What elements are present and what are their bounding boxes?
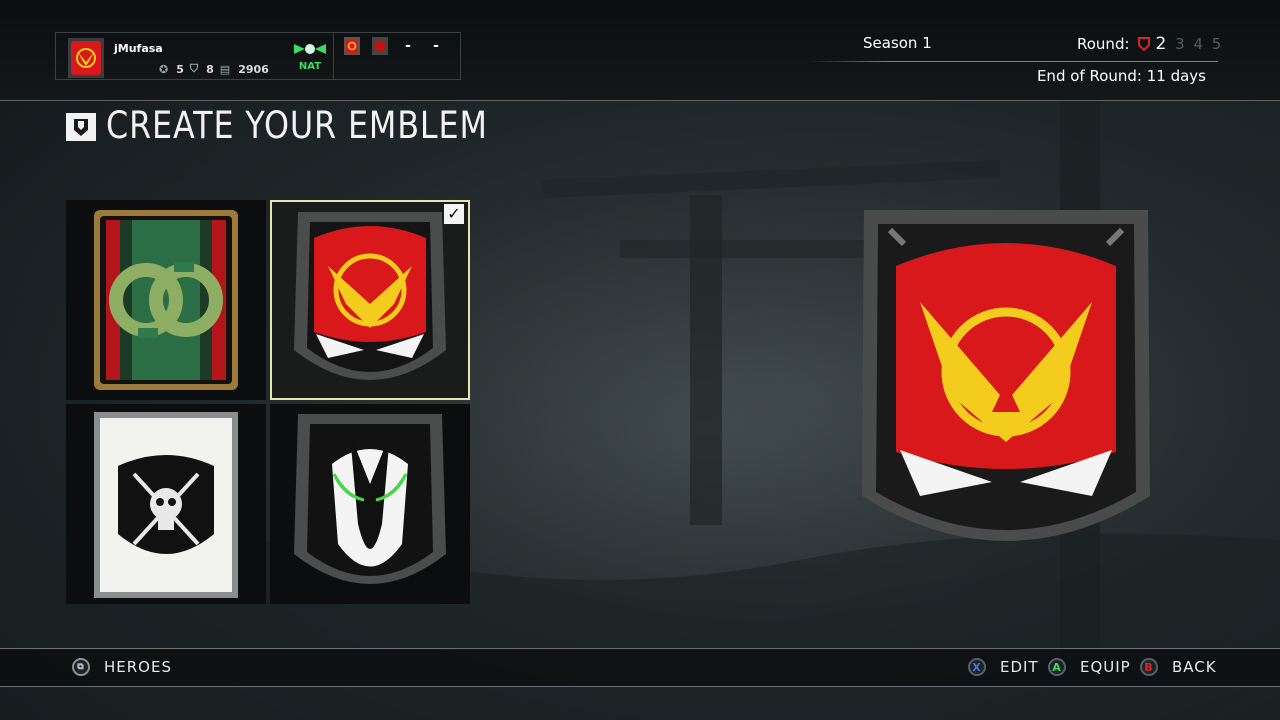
top-bar: jMufasa ✪ 5 ⛉ 8 ▤ 2906 NAT - - Season 1 [0,0,1280,101]
round-number: 4 [1193,35,1203,53]
skull-crossed-swords-emblem [94,412,238,598]
order-slot-2 [366,35,394,57]
heroes-button[interactable]: ⧉ HEROES [72,658,172,676]
profile-divider [333,33,334,80]
round-number: 5 [1211,35,1222,53]
green-ring-emblem [94,210,238,390]
orders-slots: - - [338,35,450,57]
emblem-preview-phoenix [862,210,1150,541]
edit-button[interactable]: X EDIT [968,658,1039,676]
equip-label: EQUIP [1080,658,1131,676]
order-slot-1 [338,35,366,57]
stat-medals: 5 [176,62,184,76]
faction-badge: NAT [291,41,329,72]
demon-emblem [294,414,446,584]
medal-icon: ✪ [159,62,169,76]
emblem-tile-demon[interactable] [270,404,470,604]
order-slot-3: - [405,38,411,54]
back-button[interactable]: B BACK [1140,658,1217,676]
emblem-thumb-icon [344,37,360,55]
player-stats: ✪ 5 ⛉ 8 ▤ 2906 [159,62,269,76]
stat-steel: 2906 [238,62,269,76]
player-name: jMufasa [114,42,163,55]
round-number-current: 2 [1155,34,1167,54]
season-label: Season 1 [863,34,932,52]
emblem-tile-skull[interactable] [66,404,266,604]
end-of-round-label: End of Round: 11 days [1036,67,1206,85]
heroes-label: HEROES [104,658,172,676]
bottom-action-bar: ⧉ HEROES X EDIT A EQUIP B BACK [0,648,1280,687]
back-label: BACK [1172,658,1217,676]
emblem-tile-phoenix[interactable]: ✓ [270,200,470,400]
emblem-tile-green-ring[interactable] [66,200,266,400]
emblem-section-icon [66,113,96,141]
phoenix-emblem [294,212,446,380]
helmet-icon: ⛉ [189,62,199,75]
faction-label: NAT [298,61,322,72]
round-number: 3 [1175,35,1185,53]
header-rule [808,61,1218,62]
round-numbers: 2 3 4 5 [1152,34,1222,54]
steel-icon: ▤ [219,62,231,76]
player-emblem-avatar [68,38,104,78]
x-button-icon: X [968,658,986,676]
selected-check-icon: ✓ [444,204,464,224]
faction-icon [294,44,326,54]
page-title: CREATE YOUR EMBLEM [106,104,488,147]
round-label: Round: [1077,35,1130,53]
order-slot-4: - [433,38,439,54]
equip-button[interactable]: A EQUIP [1048,658,1131,676]
a-button-icon: A [1048,658,1066,676]
stat-helmets: 8 [206,62,214,76]
view-button-icon: ⧉ [72,658,90,676]
edit-label: EDIT [1000,658,1039,676]
round-indicator: Round: 2 3 4 5 [1077,34,1221,54]
red-emblem-thumb-icon [372,37,388,55]
round-shield-icon [1137,37,1150,52]
player-profile-panel[interactable]: jMufasa ✪ 5 ⛉ 8 ▤ 2906 NAT - - [55,32,461,80]
b-button-icon: B [1140,658,1158,676]
